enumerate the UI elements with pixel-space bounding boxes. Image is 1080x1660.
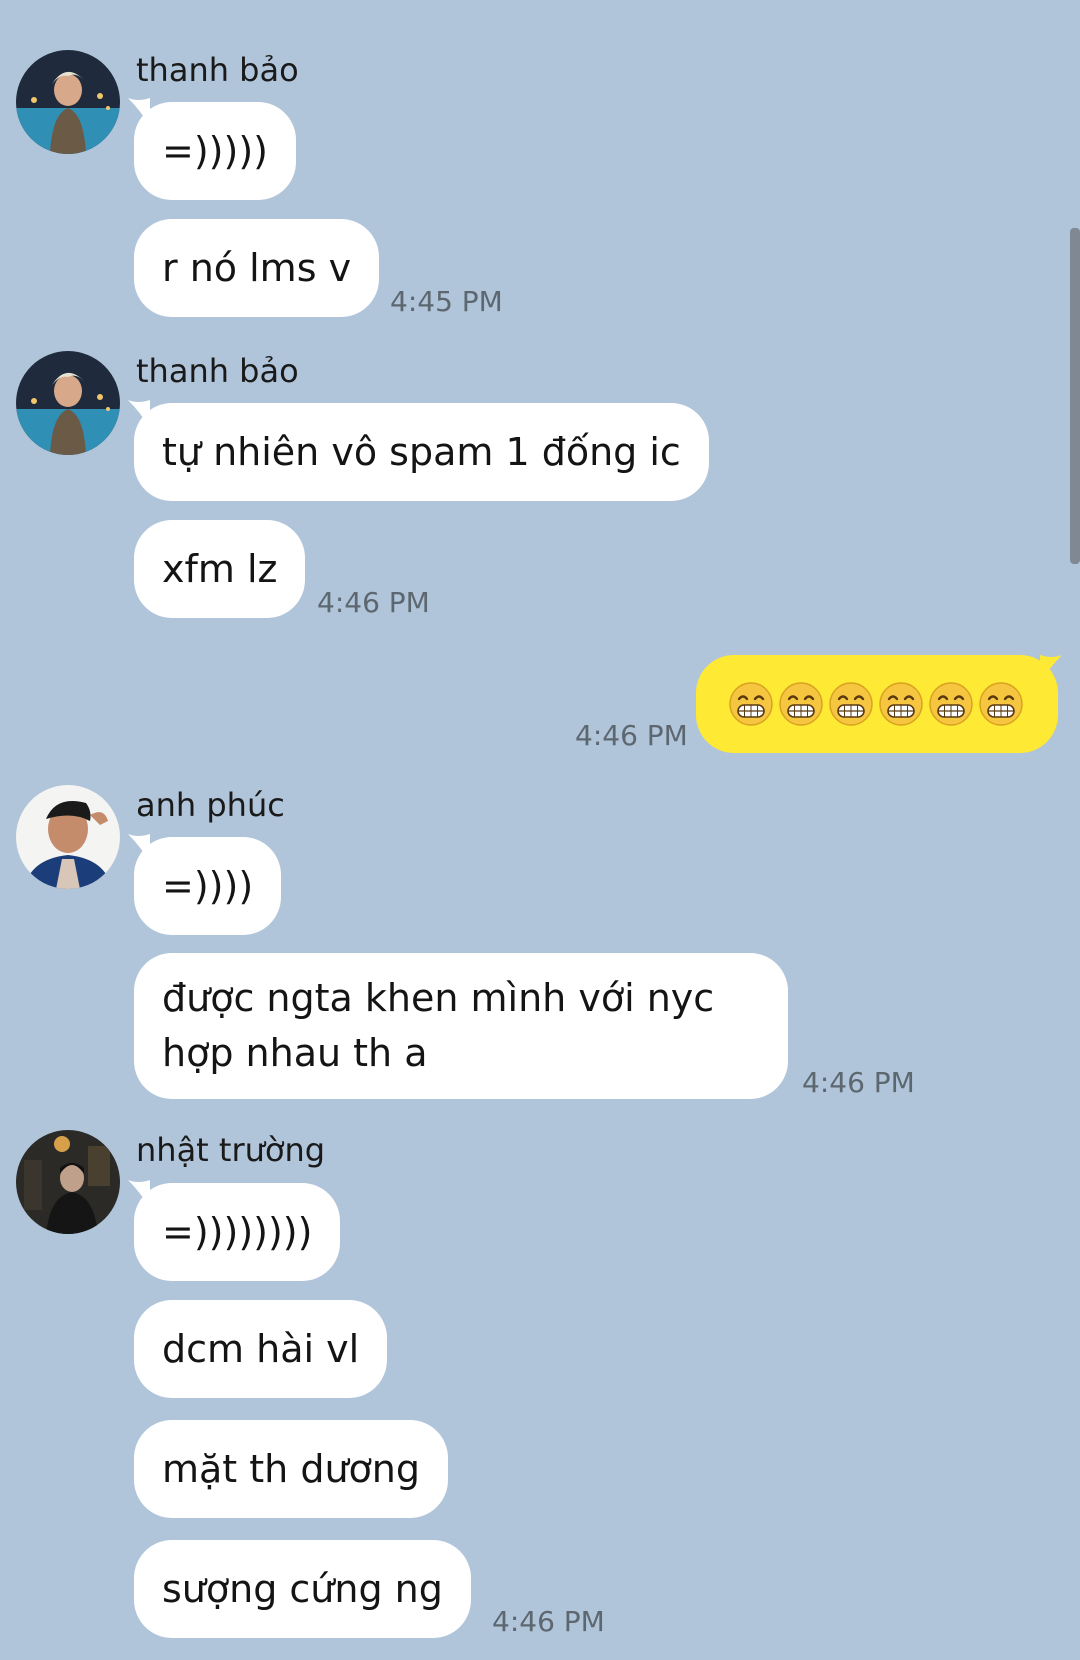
avatar-image xyxy=(16,351,120,455)
grinning-face-icon xyxy=(879,682,923,726)
message-line: hợp nhau th a xyxy=(162,1031,428,1075)
sender-name: anh phúc xyxy=(136,786,285,824)
message-bubble[interactable]: =))))) xyxy=(134,102,296,200)
chat-area[interactable]: thanh bảo =))))) r nó lms v 4:45 PM than… xyxy=(0,0,1080,1660)
avatar-image xyxy=(16,50,120,154)
message-bubble[interactable]: sượng cứng ng xyxy=(134,1540,471,1638)
avatar-nhat-truong[interactable] xyxy=(16,1130,120,1234)
message-bubble[interactable]: dcm hài vl xyxy=(134,1300,388,1398)
message-bubble[interactable]: mặt th dương xyxy=(134,1420,449,1518)
timestamp: 4:46 PM xyxy=(802,1066,915,1099)
outgoing-emoji-bubble[interactable] xyxy=(696,655,1058,753)
grinning-face-icon xyxy=(929,682,973,726)
grinning-face-icon xyxy=(729,682,773,726)
sender-name: nhật trường xyxy=(136,1131,326,1169)
bubble-tail xyxy=(1040,655,1062,683)
scrollbar[interactable] xyxy=(1070,228,1080,564)
message-bubble[interactable]: =)))))))) xyxy=(134,1183,341,1281)
message-line: được ngta khen mình với nyc xyxy=(162,976,715,1020)
avatar-thanh-bao[interactable] xyxy=(16,50,120,154)
avatar-image xyxy=(16,1130,120,1234)
message-bubble[interactable]: tự nhiên vô spam 1 đống ic xyxy=(134,403,709,501)
grinning-face-icon xyxy=(779,682,823,726)
grinning-face-icon xyxy=(829,682,873,726)
message-bubble[interactable]: =)))) xyxy=(134,837,282,935)
timestamp: 4:46 PM xyxy=(492,1605,605,1638)
avatar-image xyxy=(16,785,120,889)
message-bubble[interactable]: được ngta khen mình với nyc hợp nhau th … xyxy=(134,953,788,1099)
sender-name: thanh bảo xyxy=(136,352,299,390)
avatar-anh-phuc[interactable] xyxy=(16,785,120,889)
sender-name: thanh bảo xyxy=(136,51,299,89)
grinning-face-icon xyxy=(979,682,1023,726)
timestamp: 4:45 PM xyxy=(390,285,503,318)
timestamp: 4:46 PM xyxy=(317,586,430,619)
message-bubble[interactable]: r nó lms v xyxy=(134,219,380,317)
avatar-thanh-bao[interactable] xyxy=(16,351,120,455)
message-bubble[interactable]: xfm lz xyxy=(134,520,306,618)
timestamp: 4:46 PM xyxy=(575,719,688,752)
